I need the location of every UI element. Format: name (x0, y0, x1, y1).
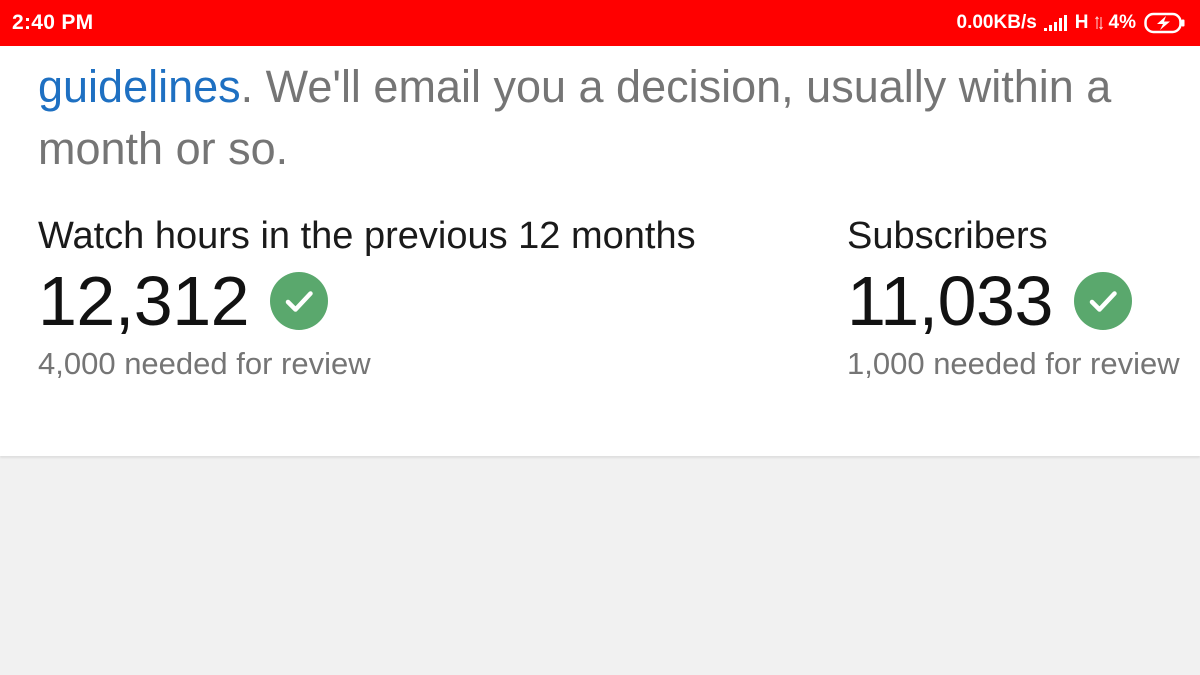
battery-charging-icon (1144, 12, 1186, 34)
status-time: 2:40 PM (12, 11, 94, 34)
subscribers-value: 11,033 (847, 262, 1053, 340)
guidelines-link[interactable]: guidelines (38, 61, 241, 112)
data-arrows-icon (1094, 15, 1103, 31)
watch-hours-metric: Watch hours in the previous 12 months 12… (38, 214, 696, 382)
status-bar: 2:40 PM 0.00KB/s H 4% (0, 0, 1200, 46)
battery-percent: 4% (1108, 12, 1136, 33)
watch-hours-value: 12,312 (38, 262, 250, 340)
check-circle-icon (269, 271, 329, 331)
review-info-text: guidelines. We'll email you a decision, … (38, 56, 1158, 180)
subscribers-requirement: 1,000 needed for review (847, 346, 1180, 381)
data-speed: 0.00KB/s (956, 12, 1037, 33)
watch-hours-requirement: 4,000 needed for review (38, 346, 371, 381)
check-circle-icon (1073, 271, 1133, 331)
watch-hours-value-row: 12,312 (38, 266, 696, 336)
subscribers-value-row: 11,033 (847, 266, 1180, 336)
subscribers-label: Subscribers (847, 215, 1048, 257)
signal-icon (1043, 14, 1069, 32)
monetization-eligibility-card: guidelines. We'll email you a decision, … (0, 46, 1200, 456)
status-indicators: 0.00KB/s H 4% (957, 12, 1186, 34)
watch-hours-label: Watch hours in the previous 12 months (38, 215, 696, 257)
subscribers-metric: Subscribers 11,033 1,000 needed for revi… (847, 214, 1180, 382)
network-type: H (1074, 12, 1089, 33)
